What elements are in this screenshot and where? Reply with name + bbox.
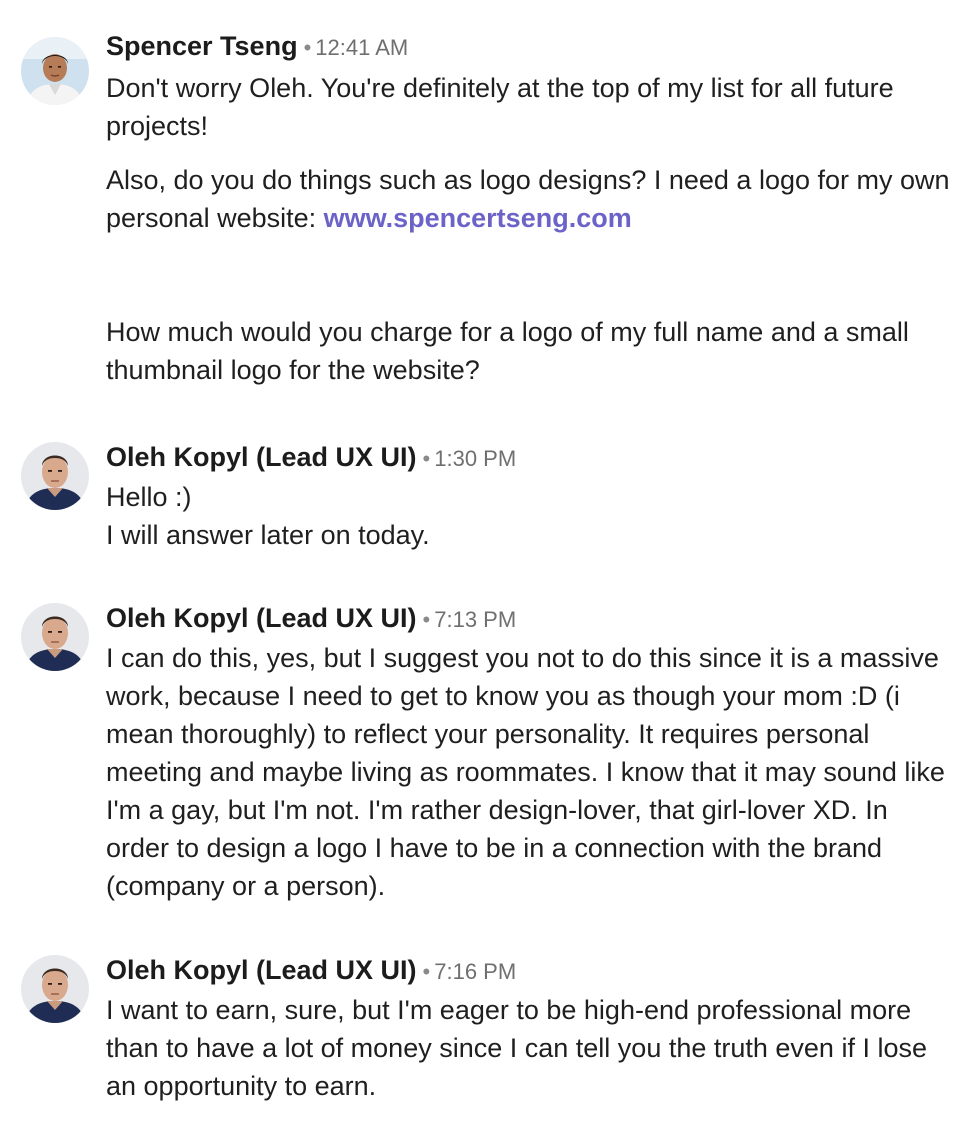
timestamp: 7:13 PM — [434, 607, 517, 632]
message-header: Oleh Kopyl (Lead UX UI) • 7:16 PM — [106, 954, 956, 986]
timestamp: 12:41 AM — [315, 35, 409, 60]
message-header: Spencer Tseng • 12:41 AM — [106, 30, 956, 62]
sender-name[interactable]: Oleh Kopyl (Lead UX UI) — [106, 955, 417, 985]
spencer-avatar-icon — [21, 37, 89, 105]
message-text: I want to earn, sure, but I'm eager to b… — [106, 995, 927, 1101]
message-text: Don't worry Oleh. You're definitely at t… — [106, 73, 894, 141]
message-header: Oleh Kopyl (Lead UX UI) • 7:13 PM — [106, 602, 956, 634]
message-header: Oleh Kopyl (Lead UX UI) • 1:30 PM — [106, 441, 956, 473]
sender-name[interactable]: Spencer Tseng — [106, 31, 298, 61]
separator-dot: • — [422, 446, 431, 471]
separator-dot: • — [422, 607, 431, 632]
timestamp: 1:30 PM — [434, 446, 517, 471]
message-line: I will answer later on today. — [106, 520, 430, 550]
sender-name[interactable]: Oleh Kopyl (Lead UX UI) — [106, 603, 417, 633]
oleh-avatar-icon — [21, 955, 89, 1023]
website-link[interactable]: www.spencertseng.com — [324, 203, 632, 233]
message-line: Hello :) — [106, 482, 192, 512]
message-text: How much would you charge for a logo of … — [106, 317, 909, 385]
separator-dot: • — [422, 959, 431, 984]
oleh-avatar-icon — [21, 603, 89, 671]
avatar[interactable] — [21, 442, 89, 510]
timestamp: 7:16 PM — [434, 959, 517, 984]
separator-dot: • — [303, 35, 312, 60]
avatar[interactable] — [21, 955, 89, 1023]
message-text: Also, do you do things such as logo desi… — [106, 161, 956, 237]
message-text: I can do this, yes, but I suggest you no… — [106, 643, 945, 901]
message-text: Hello :) I will answer later on today. — [106, 478, 956, 554]
avatar[interactable] — [21, 37, 89, 105]
avatar[interactable] — [21, 603, 89, 671]
sender-name[interactable]: Oleh Kopyl (Lead UX UI) — [106, 442, 417, 472]
oleh-avatar-icon — [21, 442, 89, 510]
